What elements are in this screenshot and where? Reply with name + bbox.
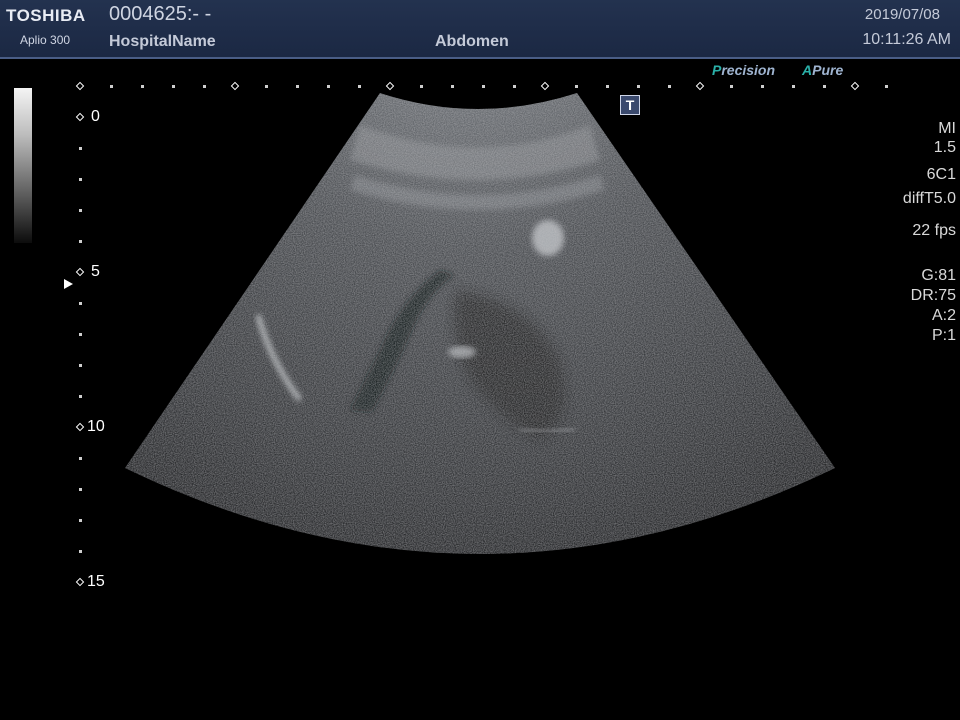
depth-scale-tick (79, 240, 82, 243)
orientation-t-icon: T (620, 95, 640, 115)
lateral-scale-tick (637, 85, 640, 88)
lateral-scale-tick (730, 85, 733, 88)
lateral-scale-tick (141, 85, 144, 88)
depth-scale-tick (79, 550, 82, 553)
lateral-scale-tick (203, 85, 206, 88)
dynamic-range-value: DR:75 (910, 287, 956, 304)
focus-marker-icon (64, 279, 73, 289)
lateral-scale-tick (327, 85, 330, 88)
depth-scale-tick (79, 488, 82, 491)
scan-sector (125, 93, 835, 554)
lateral-scale-tick (482, 85, 485, 88)
lateral-scale-tick (172, 85, 175, 88)
lateral-scale-tick (823, 85, 826, 88)
depth-scale-tick (79, 147, 82, 150)
p-value: P:1 (931, 327, 956, 344)
lateral-scale-tick (761, 85, 764, 88)
ultrasound-image (125, 93, 835, 554)
lateral-scale-tick (575, 85, 578, 88)
grayscale-bar (14, 88, 32, 243)
depth-scale-tick (79, 519, 82, 522)
depth-label-5: 5 (91, 263, 100, 280)
frame-rate: 22 fps (912, 222, 956, 239)
lateral-scale-tick (792, 85, 795, 88)
lateral-scale-tick (110, 85, 113, 88)
depth-scale-tick (79, 209, 82, 212)
lateral-scale-tick (606, 85, 609, 88)
probe-name: 6C1 (926, 166, 956, 183)
depth-scale-tick (79, 178, 82, 181)
depth-label-0: 0 (91, 108, 100, 125)
precision-mode-label: Precision (712, 62, 776, 78)
lateral-scale-tick (265, 85, 268, 88)
frequency-setting: diffT5.0 (902, 190, 956, 207)
depth-scale-tick (79, 302, 82, 305)
depth-label-15: 15 (87, 573, 105, 590)
depth-label-10: 10 (87, 418, 105, 435)
apure-mode-label: APure (802, 62, 844, 78)
lateral-scale-tick (885, 85, 888, 88)
gain-value: G:81 (921, 267, 956, 284)
lateral-scale-tick (668, 85, 671, 88)
mi-label: MI (938, 120, 956, 137)
lateral-scale-tick (420, 85, 423, 88)
depth-scale-tick (79, 333, 82, 336)
a-value: A:2 (931, 307, 956, 324)
lateral-scale-tick (296, 85, 299, 88)
lateral-scale-tick (358, 85, 361, 88)
lateral-scale-tick (451, 85, 454, 88)
depth-scale-tick (79, 457, 82, 460)
depth-scale-tick (79, 395, 82, 398)
lateral-scale-tick (513, 85, 516, 88)
mi-value: 1.5 (933, 139, 956, 156)
depth-scale-tick (79, 364, 82, 367)
